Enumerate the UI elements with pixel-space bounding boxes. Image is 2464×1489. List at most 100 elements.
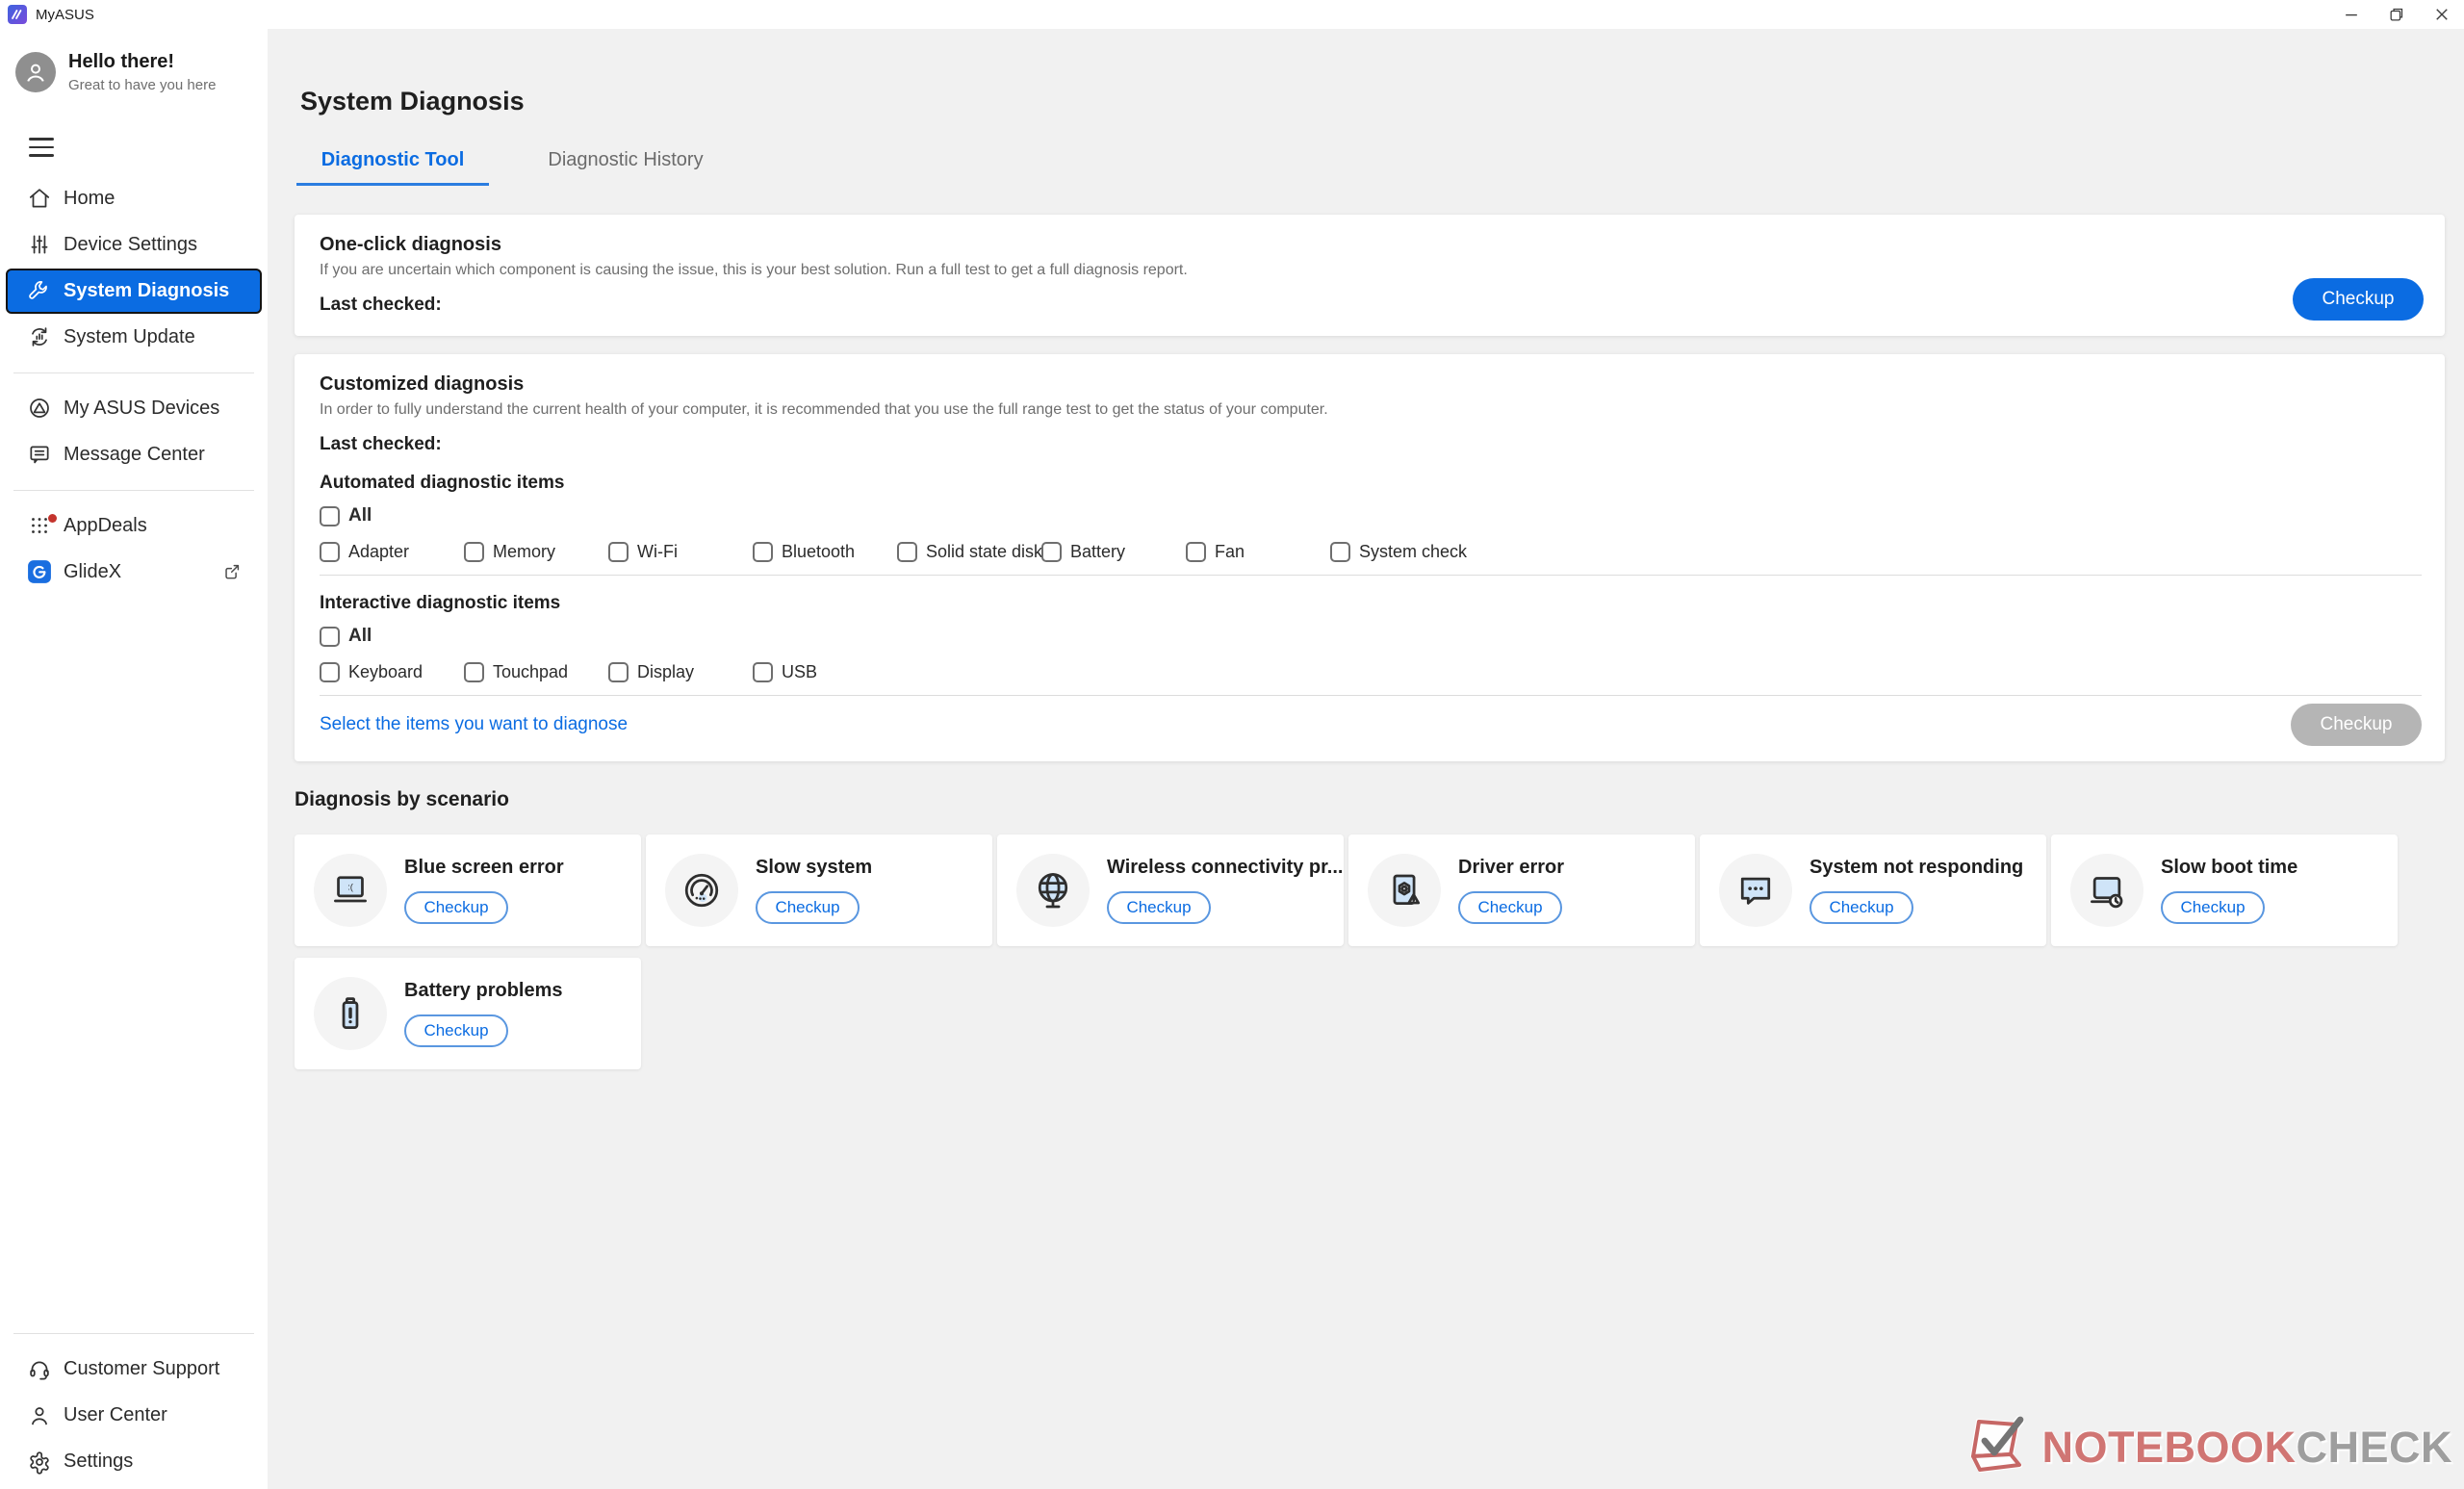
tab-diagnostic-tool[interactable]: Diagnostic Tool: [296, 149, 489, 186]
scenario-card-driver-error: Driver error Checkup: [1348, 834, 1695, 946]
scenario-card-slow-system: Slow system Checkup: [646, 834, 992, 946]
checkbox-all-label: All: [348, 626, 372, 647]
restore-button[interactable]: [2374, 0, 2419, 29]
checkbox-item-adapter[interactable]: Adapter: [320, 542, 464, 562]
sidebar-item-settings[interactable]: Settings: [6, 1439, 262, 1484]
battery-icon: [329, 992, 372, 1035]
checkbox[interactable]: [897, 542, 917, 562]
sidebar-item-customer-support[interactable]: Customer Support: [6, 1347, 262, 1392]
sidebar-item-my-asus-devices[interactable]: My ASUS Devices: [6, 386, 262, 431]
select-items-link[interactable]: Select the items you want to diagnose: [320, 714, 628, 735]
window-titlebar: MyASUS: [0, 0, 2464, 29]
device-settings-icon: [27, 232, 52, 257]
divider: [320, 695, 2422, 696]
checkbox[interactable]: [320, 542, 340, 562]
checkup-button[interactable]: Checkup: [404, 1014, 508, 1047]
checkbox-item-fan[interactable]: Fan: [1186, 542, 1330, 562]
sidebar-item-user-center[interactable]: User Center: [6, 1393, 262, 1438]
checkbox-all-label: All: [348, 505, 372, 526]
myasus-logo-icon: [8, 5, 27, 24]
blue-screen-icon: :(: [329, 869, 372, 911]
checkbox[interactable]: [753, 542, 773, 562]
greeting-title: Hello there!: [68, 51, 216, 73]
checkup-button[interactable]: Checkup: [1810, 891, 1913, 924]
checkup-button[interactable]: Checkup: [2161, 891, 2265, 924]
checkbox-item-wi-fi[interactable]: Wi-Fi: [608, 542, 753, 562]
checkbox[interactable]: [464, 662, 484, 682]
sidebar-item-glidex[interactable]: GlideX: [6, 550, 262, 595]
checkbox[interactable]: [608, 542, 629, 562]
watermark-text-check: CHECK: [2296, 1423, 2452, 1473]
sidebar-item-home[interactable]: Home: [6, 176, 262, 221]
checkbox-item-solid-state-disk[interactable]: Solid state disk: [897, 542, 1041, 562]
user-greeting[interactable]: Hello there! Great to have you here: [0, 29, 268, 93]
my-asus-devices-icon: [27, 396, 52, 421]
checkup-button-disabled[interactable]: Checkup: [2291, 704, 2422, 746]
checkbox-item-battery[interactable]: Battery: [1041, 542, 1186, 562]
checkbox-item-display[interactable]: Display: [608, 662, 753, 682]
sidebar-item-system-diagnosis[interactable]: System Diagnosis: [6, 269, 262, 314]
external-link-icon: [221, 561, 243, 582]
last-checked-label: Last checked:: [320, 434, 2422, 455]
checkup-button[interactable]: Checkup: [1458, 891, 1562, 924]
interactive-items-title: Interactive diagnostic items: [320, 593, 2422, 614]
checkbox-item-memory[interactable]: Memory: [464, 542, 608, 562]
sidebar-item-device-settings[interactable]: Device Settings: [6, 222, 262, 268]
avatar: [15, 52, 56, 92]
checkbox-all-automated[interactable]: [320, 506, 340, 526]
checkbox[interactable]: [1041, 542, 1062, 562]
window-title: MyASUS: [36, 7, 94, 23]
scenario-section-title: Diagnosis by scenario: [295, 788, 2445, 811]
checkbox[interactable]: [1186, 542, 1206, 562]
minimize-button[interactable]: [2328, 0, 2374, 29]
scenario-card-slow-boot-time: Slow boot time Checkup: [2051, 834, 2398, 946]
checkbox[interactable]: [320, 662, 340, 682]
checkbox-item-system-check[interactable]: System check: [1330, 542, 1475, 562]
svg-text::(: :(: [347, 882, 354, 892]
automated-items-title: Automated diagnostic items: [320, 473, 2422, 494]
sidebar-item-message-center[interactable]: Message Center: [6, 432, 262, 477]
sidebar-divider: [13, 372, 254, 373]
customized-description: In order to fully understand the current…: [320, 401, 2422, 419]
user-center-icon: [27, 1403, 52, 1428]
customer-support-icon: [27, 1357, 52, 1382]
checkbox-all-interactive[interactable]: [320, 627, 340, 647]
scenario-card-wireless-connectivity-pr: Wireless connectivity pr... Checkup: [997, 834, 1344, 946]
notebookcheck-logo-icon: [1966, 1415, 2038, 1479]
checkbox-item-touchpad[interactable]: Touchpad: [464, 662, 608, 682]
message-center-icon: [27, 442, 52, 467]
sidebar-item-appdeals[interactable]: AppDeals: [6, 503, 262, 549]
divider: [320, 575, 2422, 576]
wireless-icon: [1032, 869, 1074, 911]
notification-dot: [48, 514, 57, 523]
system-diagnosis-icon: [27, 278, 52, 303]
menu-icon[interactable]: [29, 138, 54, 157]
checkup-button[interactable]: Checkup: [2293, 278, 2424, 321]
scenario-card-blue-screen-error: :( Blue screen error Checkup: [295, 834, 641, 946]
checkbox-item-bluetooth[interactable]: Bluetooth: [753, 542, 897, 562]
checkbox[interactable]: [753, 662, 773, 682]
checkup-button[interactable]: Checkup: [1107, 891, 1211, 924]
checkbox-item-keyboard[interactable]: Keyboard: [320, 662, 464, 682]
one-click-diagnosis-panel: One-click diagnosis If you are uncertain…: [295, 215, 2445, 336]
checkup-button[interactable]: Checkup: [404, 891, 508, 924]
customized-diagnosis-panel: Customized diagnosis In order to fully u…: [295, 354, 2445, 761]
scenario-card-system-not-responding: System not responding Checkup: [1700, 834, 2046, 946]
checkup-button[interactable]: Checkup: [756, 891, 860, 924]
customized-title: Customized diagnosis: [320, 373, 2422, 396]
checkbox[interactable]: [464, 542, 484, 562]
settings-icon: [27, 1450, 52, 1475]
one-click-description: If you are uncertain which component is …: [320, 262, 2422, 279]
close-button[interactable]: [2419, 0, 2464, 29]
system-update-icon: [27, 324, 52, 349]
home-icon: [27, 186, 52, 211]
notebookcheck-watermark: NOTEBOOKCHECK: [1966, 1415, 2452, 1479]
checkbox-item-usb[interactable]: USB: [753, 662, 897, 682]
checkbox[interactable]: [608, 662, 629, 682]
tab-diagnostic-history[interactable]: Diagnostic History: [529, 149, 722, 186]
main-content: System Diagnosis Diagnostic ToolDiagnost…: [268, 29, 2464, 1489]
sidebar-item-system-update[interactable]: System Update: [6, 315, 262, 360]
slow-system-icon: [680, 869, 723, 911]
checkbox[interactable]: [1330, 542, 1350, 562]
greeting-subtitle: Great to have you here: [68, 77, 216, 93]
